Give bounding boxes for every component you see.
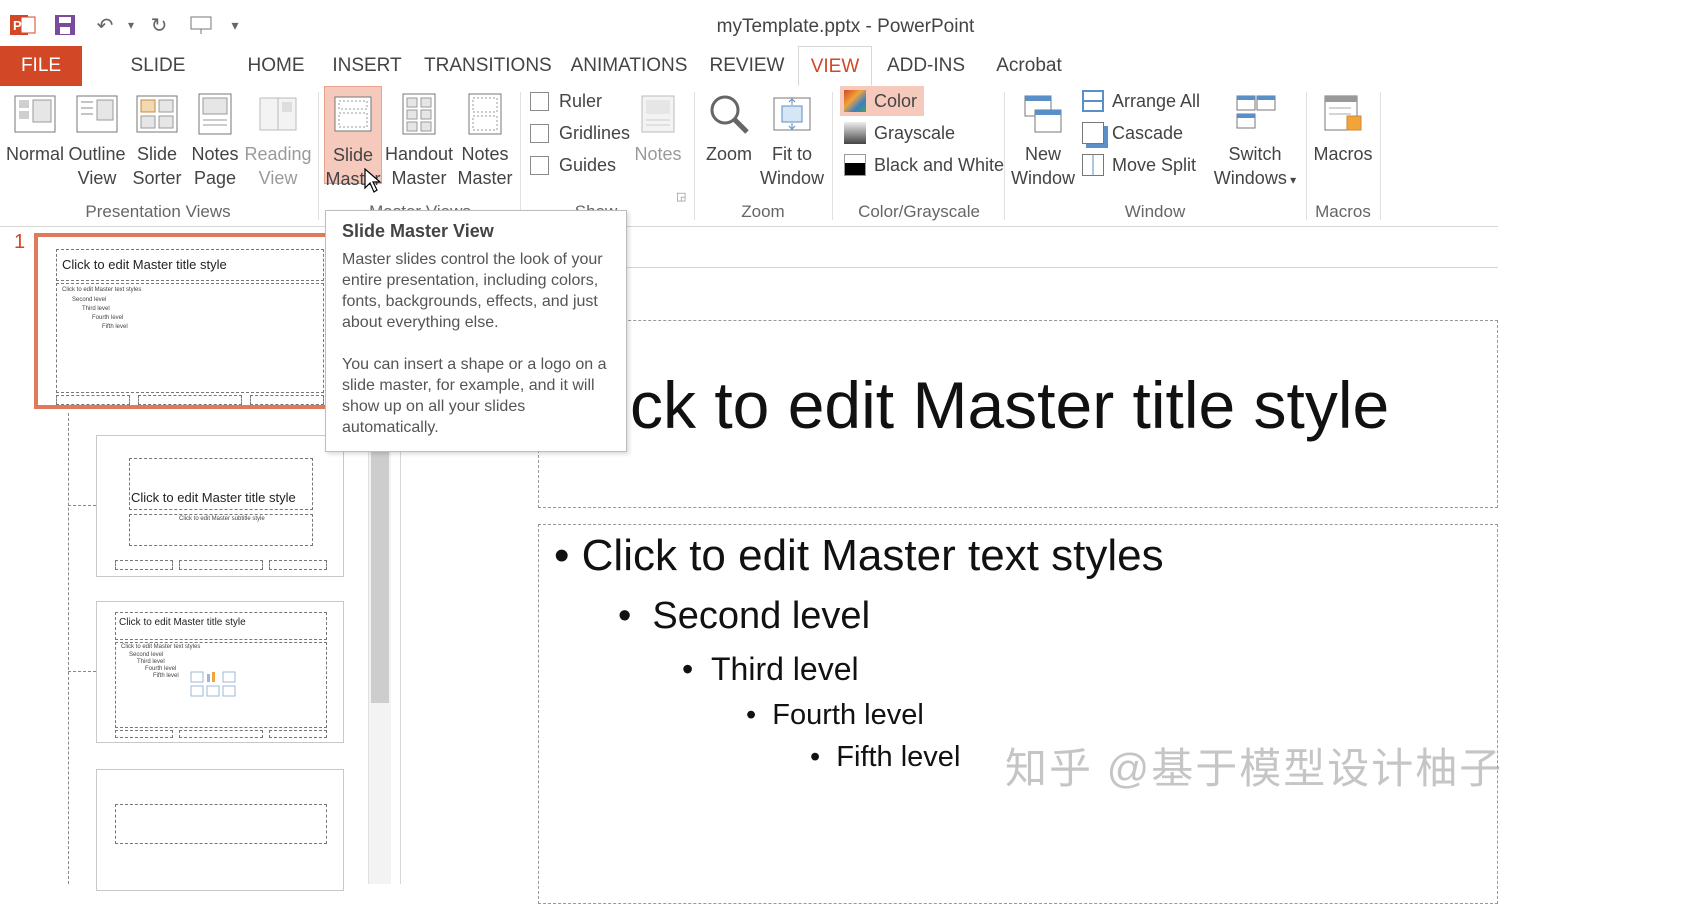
notes-page-button[interactable]: Notes Page [186, 86, 244, 190]
window-group-label: Window [1124, 202, 1186, 221]
tooltip-paragraph-2: You can insert a shape or a logo on a sl… [342, 356, 607, 436]
zoom-group-label: Zoom [741, 202, 785, 221]
tab-transitions[interactable]: TRANSITIONS [424, 46, 552, 86]
tab-home[interactable]: HOME [240, 46, 312, 86]
tab-review[interactable]: REVIEW [708, 46, 786, 86]
tooltip-paragraph-1: Master slides control the look of your e… [342, 251, 603, 331]
fit-to-window-button[interactable]: Fit to Window [758, 86, 826, 190]
handout-master-button[interactable]: Handout Master [385, 86, 453, 190]
new-window-icon [1021, 92, 1065, 136]
body-placeholder[interactable] [538, 524, 1498, 904]
mouse-cursor-icon [364, 167, 382, 199]
bullet-level-4[interactable]: • Fourth level [746, 699, 924, 732]
arrange-all-icon [1082, 90, 1104, 112]
presentation-views-group-label: Presentation Views [85, 202, 231, 221]
bullet-level-5[interactable]: • Fifth level [810, 741, 960, 774]
macros-button[interactable]: Macros [1312, 86, 1374, 166]
fit-to-window-icon [770, 92, 814, 136]
guides-check-box[interactable] [530, 155, 549, 175]
chevron-down-icon: ▾ [1286, 173, 1297, 187]
notes-button[interactable]: Notes [628, 86, 688, 166]
color-button[interactable]: Color [840, 86, 924, 116]
guides-checkbox[interactable]: Guides [530, 150, 616, 180]
content-layout-thumbnail[interactable]: Click to edit Master title style Click t… [96, 601, 344, 743]
reading-view-icon [256, 92, 300, 136]
switch-windows-button[interactable]: Switch Windows ▾ [1208, 86, 1302, 192]
cascade-icon [1082, 122, 1104, 144]
switch-windows-icon [1233, 92, 1277, 136]
tab-insert[interactable]: INSERT [328, 46, 406, 86]
content-placeholder-icons [189, 670, 253, 700]
watermark: 知乎 @基于模型设计柚子 [1005, 745, 1504, 792]
color-swatch-icon [844, 90, 866, 112]
move-split-icon [1082, 154, 1104, 176]
gridlines-checkbox[interactable]: Gridlines [530, 118, 630, 148]
slide-title[interactable]: ck to edit Master title style [630, 367, 1389, 443]
normal-view-icon [13, 92, 57, 136]
ribbon-view: Normal Outline View Slide Sorter Notes P… [0, 86, 1691, 227]
outline-view-button[interactable]: Outline View [66, 86, 128, 190]
gridlines-check-box[interactable] [530, 123, 549, 143]
magnifier-icon [707, 92, 751, 136]
notes-page-icon [193, 92, 237, 136]
black-white-icon [844, 154, 866, 176]
window-title: myTemplate.pptx - PowerPoint [716, 16, 975, 37]
handout-master-icon [397, 92, 441, 136]
slide-master-tooltip: Slide Master View Master slides control … [325, 210, 627, 452]
tab-slide-master[interactable]: SLIDE MASTER [95, 46, 221, 116]
ruler-check-box[interactable] [530, 91, 549, 111]
tab-view[interactable]: VIEW [798, 46, 872, 86]
color-grayscale-group-label: Color/Grayscale [858, 202, 980, 221]
slide-number: 1 [14, 231, 26, 253]
cascade-button[interactable]: Cascade [1082, 118, 1183, 148]
slide-sorter-icon [135, 92, 179, 136]
tab-add-ins[interactable]: ADD-INS [882, 46, 970, 86]
tab-file[interactable]: FILE [0, 46, 82, 86]
layout-thumbnail[interactable] [96, 769, 344, 891]
ruler-checkbox[interactable]: Ruler [530, 86, 602, 116]
notes-master-icon [463, 92, 507, 136]
bullet-level-3[interactable]: • Third level [682, 651, 859, 688]
notes-icon [636, 92, 680, 136]
reading-view-button[interactable]: Reading View [244, 86, 312, 190]
arrange-all-button[interactable]: Arrange All [1082, 86, 1200, 116]
zoom-button[interactable]: Zoom [700, 86, 758, 166]
new-window-button[interactable]: New Window [1010, 86, 1076, 190]
bullet-level-2[interactable]: • Second level [618, 595, 870, 638]
black-and-white-button[interactable]: Black and White [844, 150, 1004, 180]
tab-animations[interactable]: ANIMATIONS [568, 46, 690, 86]
scrollbar-thumb[interactable] [371, 447, 389, 703]
move-split-button[interactable]: Move Split [1082, 150, 1196, 180]
slide-master-icon [331, 93, 375, 137]
title-bar: P ↶ ▾ ↻ ▾ myTemplate.pptx - PowerPoint [0, 0, 1691, 46]
macros-icon [1321, 92, 1365, 136]
slide-master-thumbnail[interactable]: Click to edit Master title style Click t… [34, 233, 330, 409]
ribbon-tabs: FILE SLIDE MASTER HOME INSERT TRANSITION… [0, 46, 1691, 116]
macros-group-label: Macros [1315, 202, 1371, 221]
show-dialog-launcher-icon[interactable]: ◲ [676, 190, 686, 203]
tooltip-title: Slide Master View [342, 221, 494, 241]
grayscale-icon [844, 122, 866, 144]
slide-sorter-button[interactable]: Slide Sorter [128, 86, 186, 190]
title-layout-thumbnail[interactable]: Click to edit Master title style Click t… [96, 435, 344, 577]
tab-acrobat[interactable]: Acrobat [988, 46, 1070, 86]
grayscale-button[interactable]: Grayscale [844, 118, 955, 148]
normal-view-button[interactable]: Normal [4, 86, 66, 166]
outline-view-icon [75, 92, 119, 136]
bullet-level-1[interactable]: • Click to edit Master text styles [554, 531, 1164, 581]
notes-master-button[interactable]: Notes Master [455, 86, 515, 190]
